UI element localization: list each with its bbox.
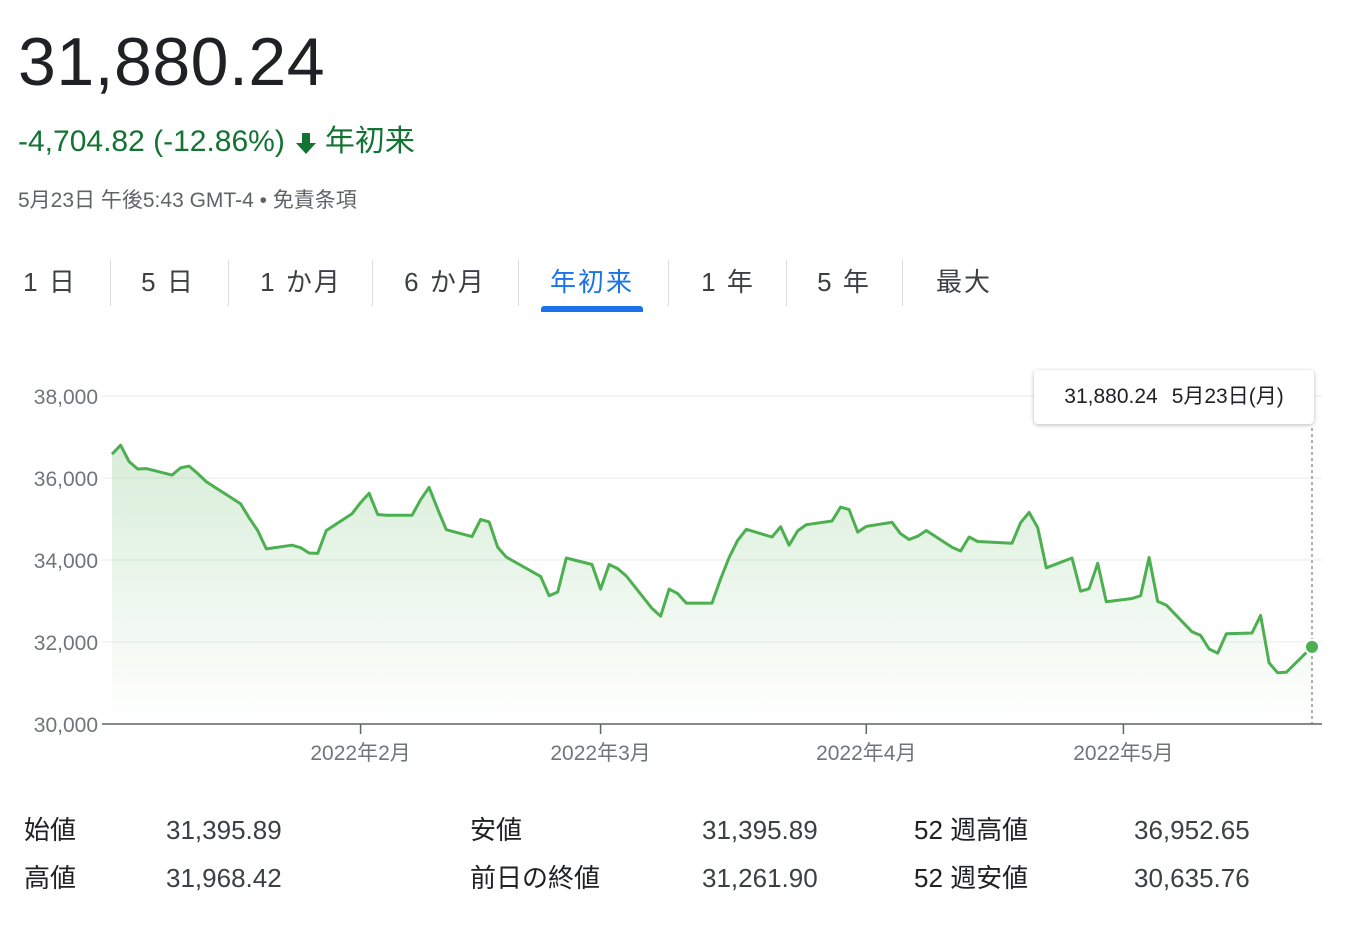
stat-value-prev-close: 31,261.90 <box>702 863 818 893</box>
y-tick-label: 32,000 <box>34 632 98 655</box>
range-tabs: 1 日 5 日 1 か月 6 か月 年初来 1 年 5 年 最大 <box>0 254 1020 314</box>
stat-label-high: 高値 <box>24 863 77 893</box>
tab-divider <box>372 260 373 306</box>
price-change-period: 年初来 <box>324 125 415 158</box>
tab-5y[interactable]: 5 年 <box>802 254 886 314</box>
series-area <box>112 445 1312 724</box>
tab-divider <box>518 260 519 306</box>
tooltip-date: 5月23日(月) <box>1171 385 1284 408</box>
current-price: 31,880.24 <box>18 24 326 100</box>
tab-divider <box>902 260 903 306</box>
stat-label-52w-high: 52 週高値 <box>914 815 1029 845</box>
y-tick-label: 36,000 <box>34 468 98 491</box>
tab-divider <box>786 260 787 306</box>
meta-separator: • <box>259 189 267 212</box>
stat-value-low: 31,395.89 <box>702 815 818 845</box>
y-tick-label: 34,000 <box>34 550 98 573</box>
stat-label-open: 始値 <box>24 815 77 845</box>
y-tick-label: 38,000 <box>34 386 98 409</box>
price-change-value: -4,704.82 (-12.86%) <box>18 125 285 158</box>
quote-timestamp: 5月23日 午後5:43 GMT-4 <box>18 189 254 212</box>
stat-value-52w-high: 36,952.65 <box>1134 815 1250 845</box>
tab-6m[interactable]: 6 か月 <box>390 254 500 314</box>
tab-1y[interactable]: 1 年 <box>686 254 770 314</box>
tab-divider <box>110 260 111 306</box>
tab-max[interactable]: 最大 <box>920 254 1008 314</box>
stat-label-low: 安値 <box>470 815 523 845</box>
tab-5d[interactable]: 5 日 <box>126 254 210 314</box>
tab-1m[interactable]: 1 か月 <box>246 254 356 314</box>
stat-value-high: 31,968.42 <box>166 863 282 893</box>
tab-1d[interactable]: 1 日 <box>10 254 90 314</box>
last-point-marker <box>1304 638 1320 655</box>
tab-divider <box>668 260 669 306</box>
stats-table: 始値 31,395.89 高値 31,968.42 安値 31,395.89 前… <box>0 806 1356 906</box>
tooltip-value: 31,880.24 <box>1064 385 1158 408</box>
stat-value-52w-low: 30,635.76 <box>1134 863 1250 893</box>
x-tick-label: 2022年2月 <box>310 742 410 765</box>
chart-tooltip: 31,880.24 5月23日(月) <box>1034 370 1314 424</box>
x-tick-label: 2022年3月 <box>550 742 650 765</box>
x-tick-label: 2022年5月 <box>1073 742 1173 765</box>
stat-label-prev-close: 前日の終値 <box>470 863 601 893</box>
tab-divider <box>228 260 229 306</box>
price-change: -4,704.82 (-12.86%) 年初来 <box>18 120 415 164</box>
y-tick-label: 30,000 <box>34 714 98 737</box>
quote-meta: 5月23日 午後5:43 GMT-4 • 免責条項 <box>18 186 357 216</box>
stat-value-open: 31,395.89 <box>166 815 282 845</box>
stat-label-52w-low: 52 週安値 <box>914 863 1029 893</box>
disclaimer-link[interactable]: 免責条項 <box>273 189 357 212</box>
tab-ytd[interactable]: 年初来 <box>541 254 643 314</box>
arrow-down-icon <box>293 127 319 157</box>
x-tick-label: 2022年4月 <box>816 742 916 765</box>
